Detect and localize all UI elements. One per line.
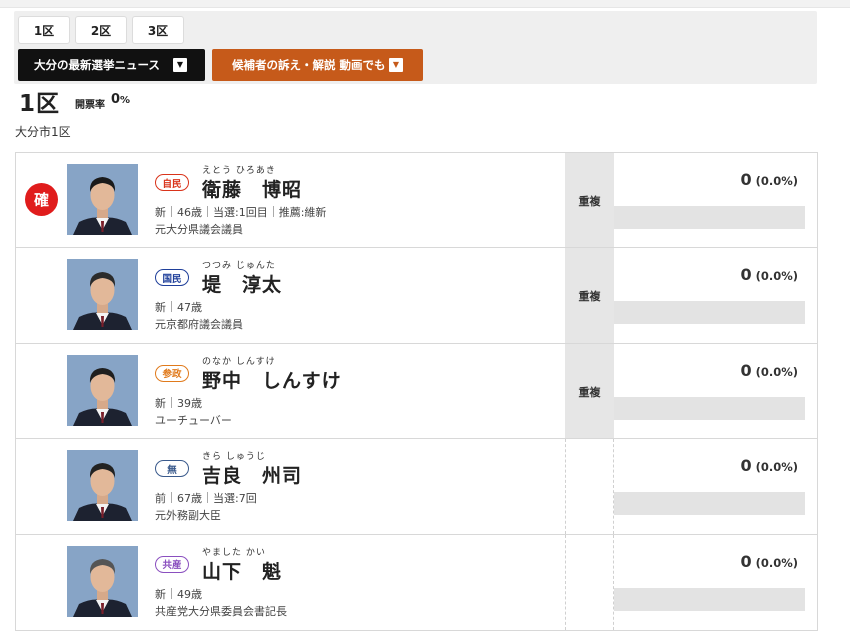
duplicate-column: 重複 bbox=[565, 343, 614, 439]
vote-bar bbox=[614, 301, 805, 325]
vote-bar bbox=[614, 396, 805, 420]
district-title: 1区 bbox=[19, 91, 61, 117]
separator bbox=[207, 206, 208, 217]
candidate-row: 確自民 えとう ひろあき 衛藤 博昭新 46歳 当選:1回目 推薦:維新 元大分県議会議員重… bbox=[16, 153, 817, 249]
duplicate-label: 重複 bbox=[578, 290, 601, 304]
party-badge: 自民 bbox=[155, 174, 189, 191]
candidate-info: 新 49歳 bbox=[155, 586, 202, 602]
candidate-row: 無きら しゅうじ 吉良 州司前 67歳 当選:7回 元外務副大臣 0 (0.0%) bbox=[16, 439, 817, 535]
candidate-age: 49歳 bbox=[177, 587, 202, 601]
candidate-photo bbox=[67, 545, 138, 617]
elected-badge: 確 bbox=[25, 183, 58, 216]
count-rate-label: 開票率 bbox=[75, 100, 105, 111]
vote-number: 0 bbox=[740, 170, 752, 189]
party-badge: 共産 bbox=[155, 555, 189, 573]
vote-percent: (0.0%) bbox=[755, 364, 798, 379]
vote-count: 0 (0.0%) bbox=[740, 265, 798, 284]
candidate-name: 堤 淳太 bbox=[202, 274, 283, 297]
area-name: 大分市1区 bbox=[15, 125, 71, 139]
candidate-photo bbox=[67, 354, 138, 426]
candidate-career: 元京都府議会議員 bbox=[155, 318, 243, 332]
candidate-age: 67歳 bbox=[177, 492, 202, 506]
duplicate-column: 重複 bbox=[565, 248, 614, 343]
candidate-info: 新 47歳 bbox=[155, 299, 202, 315]
vote-bar bbox=[614, 492, 805, 516]
vote-count: 0 (0.0%) bbox=[740, 552, 798, 571]
candidate-photo bbox=[67, 164, 138, 235]
district-nav-panel: 1区 2区 3区 大分の最新選挙ニュース ▼ 候補者の訴え・解説 動画でも ▼ bbox=[14, 11, 817, 84]
tab-district-1[interactable]: 1区 bbox=[18, 16, 70, 44]
candidate-info: 新 39歳 bbox=[155, 395, 202, 411]
candidate-extra: 当選:1回目 bbox=[213, 206, 268, 219]
vote-number: 0 bbox=[740, 360, 752, 380]
vote-number: 0 bbox=[740, 551, 752, 571]
candidate-extra: 推薦:維新 bbox=[278, 206, 327, 219]
candidate-age: 39歳 bbox=[177, 396, 202, 410]
count-rate-value: 0% bbox=[111, 92, 131, 107]
separator bbox=[171, 587, 172, 599]
candidate-career: 元大分県議会議員 bbox=[155, 223, 243, 236]
candidate-age: 46歳 bbox=[177, 206, 202, 219]
vote-percent: (0.0%) bbox=[755, 174, 798, 188]
candidate-row: 参政 のなか しんすけ 野中 しんすけ新 39歳 ユーチューバー 重複 0 (0.0%) bbox=[16, 343, 817, 440]
vote-bar bbox=[614, 587, 805, 611]
candidate-status: 前 bbox=[155, 492, 166, 506]
separator bbox=[171, 301, 172, 313]
duplicate-column bbox=[565, 534, 614, 630]
vote-number: 0 bbox=[740, 265, 752, 285]
candidate-name: 野中 しんすけ bbox=[202, 369, 342, 392]
dropdown-arrow-icon: ▼ bbox=[389, 58, 403, 72]
duplicate-label: 重複 bbox=[578, 385, 601, 399]
vote-percent: (0.0%) bbox=[755, 555, 798, 570]
dropdown-arrow-icon: ▼ bbox=[173, 58, 187, 72]
vote-percent: (0.0%) bbox=[755, 269, 798, 284]
vote-count: 0 (0.0%) bbox=[740, 361, 798, 380]
vote-percent: (0.0%) bbox=[755, 460, 798, 475]
candidate-photo bbox=[67, 450, 138, 522]
separator bbox=[171, 492, 172, 504]
separator bbox=[272, 206, 274, 217]
top-strip bbox=[0, 0, 850, 8]
candidate-career: 元外務副大臣 bbox=[155, 509, 221, 523]
candidate-name: 衛藤 博昭 bbox=[202, 179, 303, 201]
candidate-videos-button[interactable]: 候補者の訴え・解説 動画でも ▼ bbox=[212, 49, 423, 81]
candidate-career: 共産党大分県委員会書記長 bbox=[155, 604, 287, 618]
party-badge: 参政 bbox=[155, 364, 189, 382]
separator bbox=[171, 206, 172, 217]
candidate-status: 新 bbox=[155, 301, 166, 315]
latest-news-label: 大分の最新選挙ニュース bbox=[34, 58, 160, 72]
candidate-row: 共産 やました かい 山下 魁新 49歳 共産党大分県委員会書記長 0 (0.0%) bbox=[16, 534, 817, 630]
duplicate-column: 重複 bbox=[565, 153, 614, 248]
candidate-info: 新 46歳 当選:1回目 推薦:維新 bbox=[155, 204, 326, 220]
candidate-name: 吉良 州司 bbox=[202, 465, 303, 488]
candidate-photo bbox=[67, 259, 138, 331]
candidate-status: 新 bbox=[155, 396, 166, 410]
candidate-extra: 当選:7回 bbox=[213, 492, 257, 506]
candidate-videos-label: 候補者の訴え・解説 動画でも bbox=[232, 58, 386, 72]
party-badge: 国民 bbox=[155, 269, 189, 287]
tab-district-3[interactable]: 3区 bbox=[132, 16, 184, 44]
vote-number: 0 bbox=[740, 456, 752, 476]
party-badge: 無 bbox=[155, 460, 189, 478]
vote-count: 0 (0.0%) bbox=[740, 456, 798, 475]
tab-district-2[interactable]: 2区 bbox=[75, 16, 127, 44]
latest-news-button[interactable]: 大分の最新選挙ニュース ▼ bbox=[18, 49, 205, 81]
candidate-results-table: 確自民 えとう ひろあき 衛藤 博昭新 46歳 当選:1回目 推薦:維新 元大分県議会議員重… bbox=[15, 152, 818, 631]
candidate-name: 山下 魁 bbox=[202, 560, 283, 583]
vote-count: 0 (0.0%) bbox=[740, 170, 798, 189]
candidate-status: 新 bbox=[155, 587, 166, 601]
candidate-info: 前 67歳 当選:7回 bbox=[155, 490, 257, 506]
candidate-row: 国民 つつみ じゅんた堤 淳太新 47歳 元京都府議会議員 重複 0 (0.0%) bbox=[16, 248, 817, 344]
separator bbox=[207, 492, 208, 504]
candidate-age: 47歳 bbox=[177, 301, 202, 315]
separator bbox=[171, 396, 172, 408]
candidate-career: ユーチューバー bbox=[155, 413, 232, 427]
duplicate-label: 重複 bbox=[578, 195, 601, 208]
vote-bar bbox=[614, 206, 805, 229]
candidate-status: 新 bbox=[155, 206, 166, 219]
duplicate-column bbox=[565, 439, 614, 534]
